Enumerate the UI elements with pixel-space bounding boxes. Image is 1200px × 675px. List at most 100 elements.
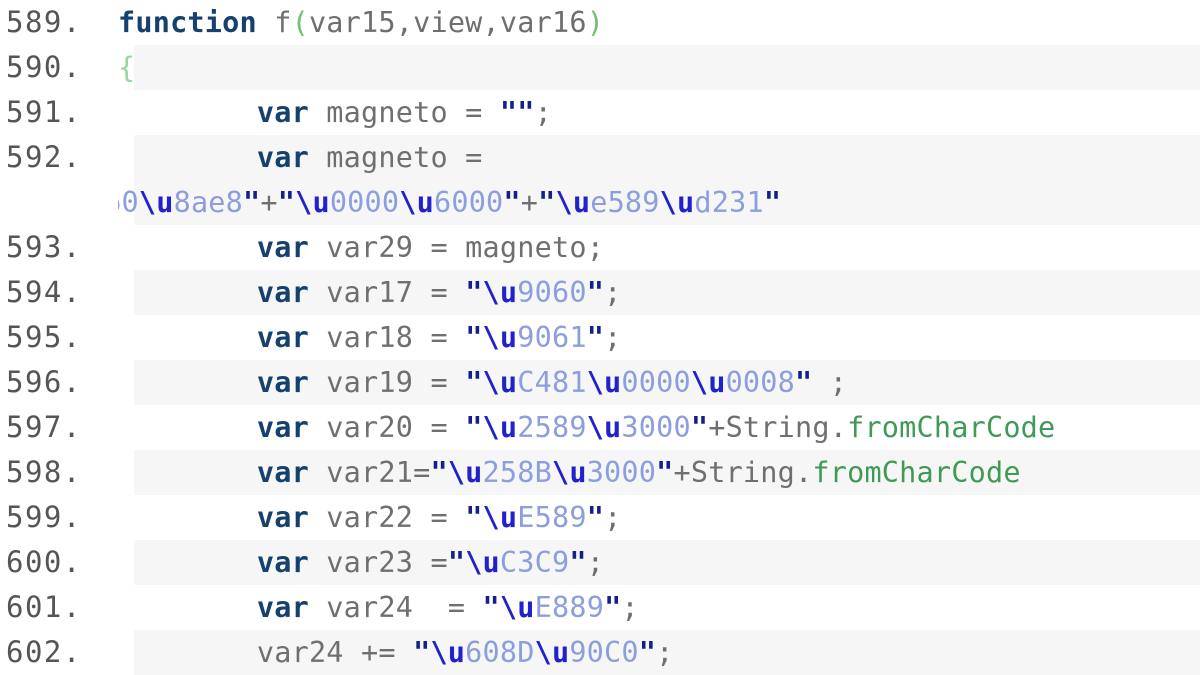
code-token-quote: " bbox=[763, 186, 782, 219]
code-token-plain: f bbox=[256, 6, 292, 39]
code-line-segment: { bbox=[118, 51, 135, 84]
code-token-plain: magneto = bbox=[308, 141, 483, 174]
code-token-esc: \u bbox=[659, 186, 695, 219]
code-token-quote: " bbox=[465, 501, 483, 534]
code-line-text[interactable]: var var24 = "\uE889"; bbox=[118, 585, 1200, 630]
code-token-esc: \u bbox=[295, 186, 330, 219]
code-token-plain: var22 = bbox=[308, 501, 466, 534]
code-line-row[interactable]: 593. var var29 = magneto; bbox=[0, 225, 1200, 270]
code-token-quote: " bbox=[465, 366, 483, 399]
code-line-segment: var var17 = "\u9060"; bbox=[118, 276, 621, 309]
code-token-esc: \u bbox=[482, 366, 518, 399]
code-token-quote: " bbox=[430, 456, 448, 489]
code-token-plain: ; bbox=[604, 501, 622, 534]
code-token-hex: 3000 bbox=[586, 456, 657, 489]
code-token-quote: " bbox=[243, 186, 261, 219]
code-token-brace: { bbox=[118, 51, 136, 84]
code-line-row[interactable]: 594. var var17 = "\u9060"; bbox=[0, 270, 1200, 315]
code-token-esc: \u bbox=[482, 276, 518, 309]
code-token-esc: \u bbox=[138, 186, 174, 219]
code-token-method: fromCharCode bbox=[847, 411, 1056, 444]
code-line-row[interactable]: 590. { bbox=[0, 45, 1200, 90]
code-line-row[interactable]: 589. function f(var15,view,var16) bbox=[0, 0, 1200, 45]
code-line-text[interactable]: var var19 = "\uC481\u0000\u0008" ; bbox=[118, 360, 1200, 405]
code-token-quote: " bbox=[604, 591, 622, 624]
code-line-text[interactable]: var var22 = "\uE589"; bbox=[118, 495, 1200, 540]
line-number: 600. bbox=[6, 545, 82, 579]
code-line-segment: var var22 = "\uE589"; bbox=[118, 501, 621, 534]
code-line-text[interactable]: function f(var15,view,var16) bbox=[118, 0, 1200, 45]
code-line-text[interactable]: var var23 ="\uC3C9"; bbox=[118, 540, 1200, 585]
code-line-text[interactable]: var24 += "\u608D\u90C0"; bbox=[118, 630, 1200, 675]
code-line-row[interactable]: 600. var var23 ="\uC3C9"; bbox=[0, 540, 1200, 585]
code-token-hex: E589 bbox=[517, 501, 587, 534]
code-line-row[interactable]: 592. var magneto = ("\ufc60\u8ae8"+"\u000… bbox=[0, 135, 1200, 225]
code-token-quote: " bbox=[586, 501, 605, 534]
code-line-segment: var var19 = "\uC481\u0000\u0008" ; bbox=[118, 366, 847, 399]
line-number: 591. bbox=[6, 95, 82, 129]
code-token-hex: 6000 bbox=[433, 186, 504, 219]
line-number: 597. bbox=[6, 410, 82, 444]
code-token-hex: 608D bbox=[465, 636, 535, 669]
code-line-row[interactable]: 591. var magneto = ""; bbox=[0, 90, 1200, 135]
code-token-hex: 9061 bbox=[517, 321, 587, 354]
code-token-op: + bbox=[260, 186, 278, 219]
code-line-segment: var24 += "\u608D\u90C0"; bbox=[118, 636, 673, 669]
code-token-plain: var24 += bbox=[118, 636, 414, 669]
code-token-quote: "" bbox=[499, 96, 535, 129]
code-token-esc: \u bbox=[690, 366, 726, 399]
code-line-row[interactable]: 595. var var18 = "\u9061"; bbox=[0, 315, 1200, 360]
code-token-hex: 2589 bbox=[517, 411, 587, 444]
code-token-hex: 3000 bbox=[621, 411, 691, 444]
code-token-plain: var29 = magneto; bbox=[308, 231, 605, 264]
code-line-row[interactable]: 602. var24 += "\u608D\u90C0"; bbox=[0, 630, 1200, 675]
code-token-hex: 258B bbox=[482, 456, 552, 489]
code-token-esc: \u bbox=[447, 456, 483, 489]
code-line-text[interactable]: { bbox=[118, 45, 1200, 90]
code-token-hex: 8ae8 bbox=[173, 186, 244, 219]
code-token-kw: var bbox=[256, 501, 309, 534]
code-token-plain: var24 = bbox=[308, 591, 483, 624]
code-line-row[interactable]: 601. var var24 = "\uE889"; bbox=[0, 585, 1200, 630]
code-token-hex: e589 bbox=[590, 186, 660, 219]
code-token-plain: var15,view,var16 bbox=[308, 6, 587, 39]
line-number: 594. bbox=[6, 275, 82, 309]
code-line-text[interactable]: var var18 = "\u9061"; bbox=[118, 315, 1200, 360]
code-token-esc: \u bbox=[534, 636, 570, 669]
code-line-text[interactable]: var magneto = ""; bbox=[118, 90, 1200, 135]
code-token-method: fromCharCode bbox=[812, 456, 1021, 489]
code-line-text[interactable]: var var20 = "\u2589\u3000"+String.fromCh… bbox=[118, 405, 1200, 450]
code-token-plain: ; bbox=[534, 96, 552, 129]
code-line-text[interactable]: var var21="\u258B\u3000"+String.fromChar… bbox=[118, 450, 1200, 495]
code-listing[interactable]: 589. function f(var15,view,var16) 590. {591… bbox=[0, 0, 1200, 675]
code-line-row[interactable]: 597. var var20 = "\u2589\u3000"+String.f… bbox=[0, 405, 1200, 450]
code-token-hex: 0000 bbox=[329, 186, 400, 219]
code-line-row[interactable]: 596. var var19 = "\uC481\u0000\u0008" ; bbox=[0, 360, 1200, 405]
code-line-text[interactable]: var var29 = magneto; bbox=[118, 225, 1200, 270]
code-token-quote: " bbox=[465, 276, 483, 309]
code-token-quote: " bbox=[482, 591, 500, 624]
code-token-plain: var17 = bbox=[308, 276, 466, 309]
code-token-esc: \u bbox=[465, 546, 500, 579]
line-number: 596. bbox=[6, 365, 82, 399]
code-token-kw: var bbox=[256, 141, 309, 174]
code-token-hex: C3C9 bbox=[499, 546, 570, 579]
code-line-segment: function f(var15,view,var16) bbox=[118, 6, 604, 39]
code-line-row[interactable]: 599. var var22 = "\uE589"; bbox=[0, 495, 1200, 540]
code-line-segment: var magneto = ""; bbox=[118, 96, 552, 129]
code-token-quote: " bbox=[795, 366, 813, 399]
code-line-row[interactable]: 598. var var21="\u258B\u3000"+String.fro… bbox=[0, 450, 1200, 495]
code-token-quote: " bbox=[447, 546, 466, 579]
code-line-text[interactable]: var var17 = "\u9060"; bbox=[118, 270, 1200, 315]
code-token-esc: \u bbox=[551, 456, 587, 489]
code-token-quote: " bbox=[465, 321, 483, 354]
code-line-text[interactable]: var magneto = ("\ufc60\u8ae8"+"\u0000\u60… bbox=[118, 135, 1200, 225]
code-line-segment: var var21="\u258B\u3000"+String.fromChar… bbox=[118, 456, 1021, 489]
code-line-segment: var magneto = bbox=[118, 141, 483, 174]
code-token-plain: ; bbox=[812, 366, 848, 399]
code-token-plain: String. bbox=[725, 411, 848, 444]
